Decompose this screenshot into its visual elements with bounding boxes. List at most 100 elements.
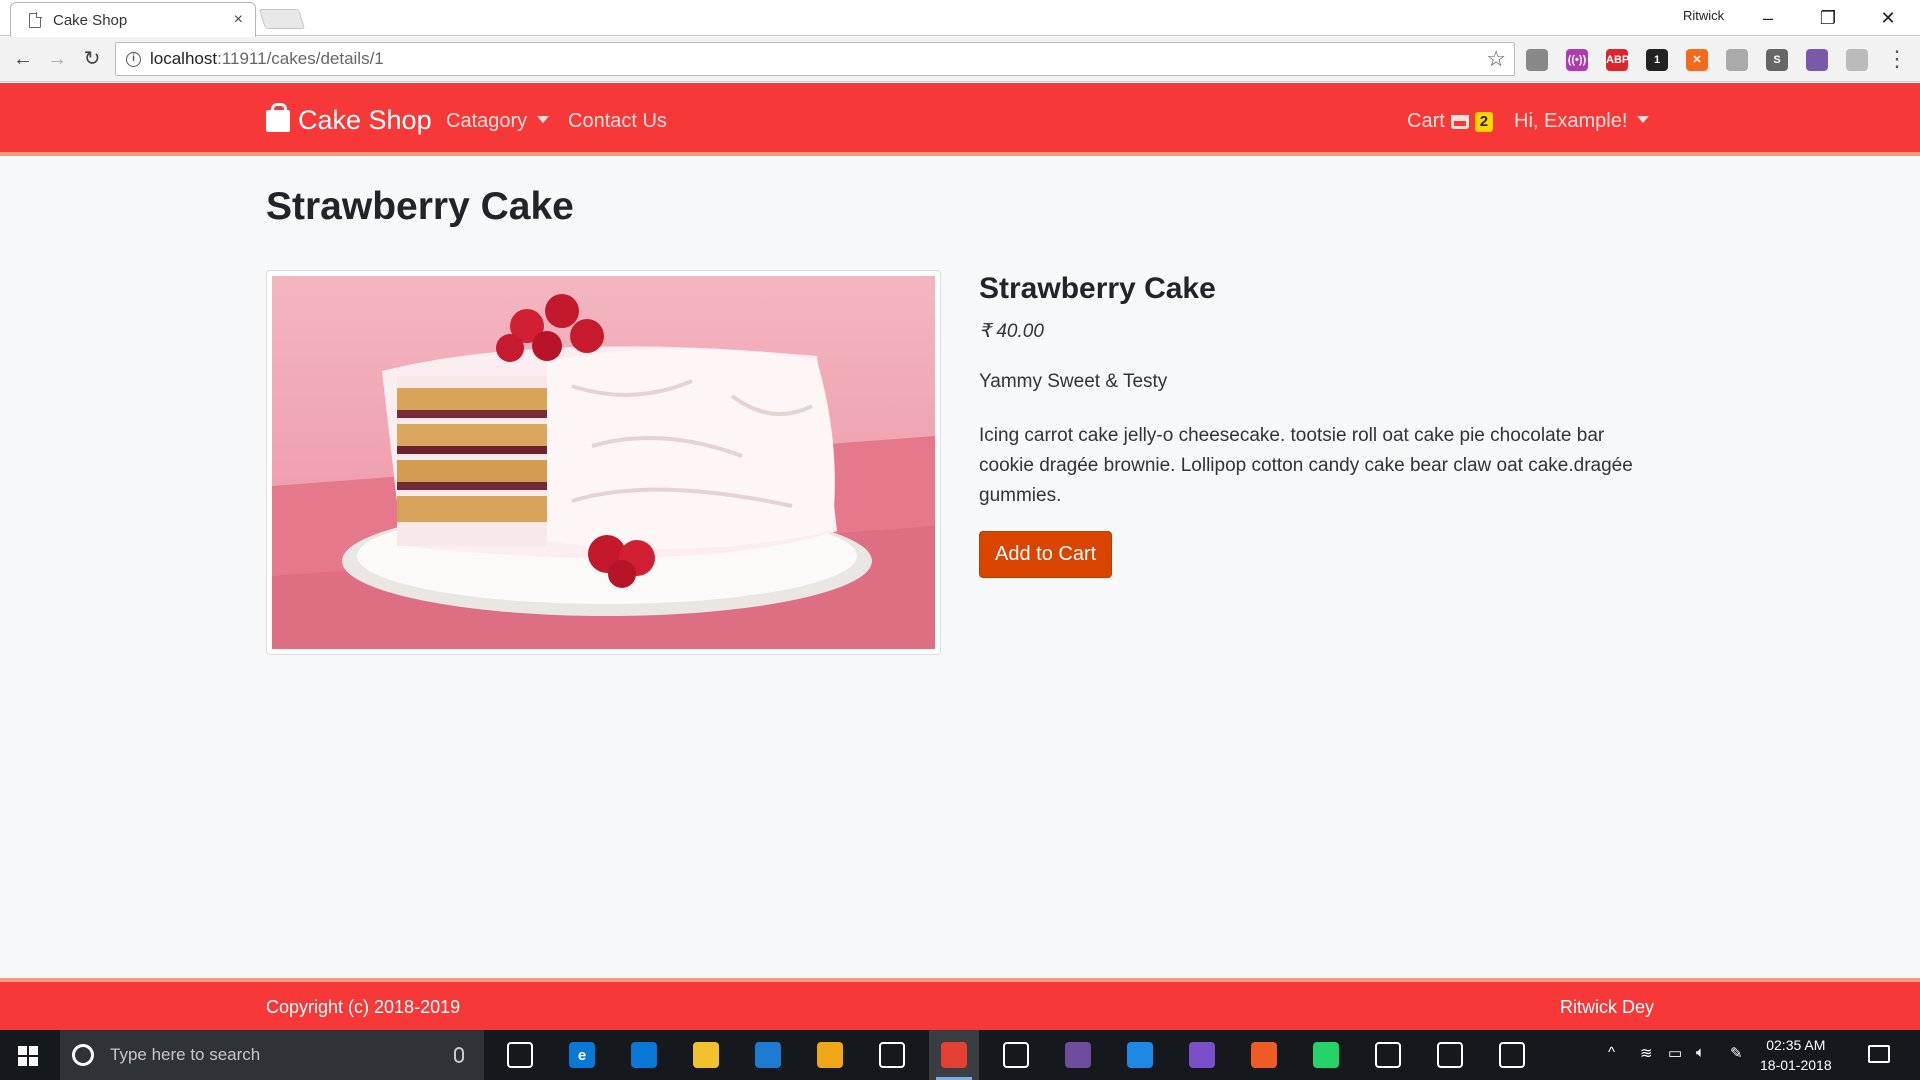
whatsapp-taskbar-button[interactable] [1308, 1038, 1344, 1072]
vscode-taskbar-button[interactable] [1122, 1038, 1158, 1072]
pen-icon[interactable]: ✎ [1730, 1044, 1743, 1062]
volume-icon[interactable]: 🔈︎ [1696, 1044, 1705, 1061]
user-dropdown[interactable]: Hi, Example! [1514, 110, 1650, 133]
product-description: Icing carrot cake jelly-o cheesecake. to… [979, 425, 1633, 506]
forward-arrow-icon[interactable]: → [44, 46, 70, 72]
s-ext-icon[interactable]: S [1766, 49, 1788, 71]
cart-icon [1450, 114, 1469, 129]
task-view-icon [507, 1042, 533, 1068]
reload-icon[interactable]: ↻ [79, 46, 105, 72]
edge-taskbar-button[interactable]: e [564, 1038, 600, 1072]
action-center-icon[interactable] [1868, 1045, 1890, 1063]
caret-down-icon [537, 116, 550, 123]
product-name: Strawberry Cake [979, 272, 1216, 305]
user-greeting: Hi, Example! [1514, 110, 1628, 132]
product-tagline: Yammy Sweet & Testy [979, 371, 1168, 392]
tab-close-icon[interactable]: × [234, 11, 243, 29]
groove-icon [879, 1042, 905, 1068]
close-window-button[interactable]: ✕ [1866, 4, 1910, 32]
add-to-cart-button[interactable]: Add to Cart [979, 531, 1113, 578]
url-text: localhost:11911/cakes/details/1 [150, 49, 384, 69]
site-navbar: Cake Shop Catagory Contact Us Cart 2 Hi,… [0, 83, 1920, 156]
browser-tab[interactable]: Cake Shop × [10, 2, 256, 37]
wifi-icon[interactable]: ≋ [1640, 1044, 1653, 1062]
clock-time: 02:35 AM [1766, 1037, 1826, 1053]
copyright-text: Copyright (c) 2018-2019 [266, 997, 461, 1017]
site-footer: Copyright (c) 2018-2019 Ritwick Dey [0, 978, 1920, 1030]
product-info: Strawberry Cake ₹ 40.00 Yammy Sweet & Te… [979, 272, 1639, 578]
search-placeholder: Type here to search [110, 1045, 261, 1064]
ghostery-icon[interactable]: 1 [1646, 49, 1668, 71]
taskbar-search-box[interactable]: Type here to search [60, 1030, 484, 1080]
site-info-icon[interactable]: i [126, 51, 141, 67]
clapper-icon [1003, 1042, 1029, 1068]
taskbar-clock[interactable]: 02:35 AM 18-01-2018 [1760, 1035, 1832, 1075]
clapper-taskbar-button[interactable] [998, 1038, 1034, 1072]
postman-taskbar-button[interactable] [1246, 1038, 1282, 1072]
category-dropdown[interactable]: Catagory [446, 110, 550, 133]
postman-icon [1251, 1042, 1277, 1068]
new-tab-button[interactable] [258, 9, 306, 29]
vscode-icon [1127, 1042, 1153, 1068]
page-title: Strawberry Cake [266, 185, 574, 228]
caret-down-icon [1637, 116, 1650, 123]
visual-studio-icon [1189, 1042, 1215, 1068]
show-hidden-icons-chevron-icon[interactable]: ^ [1608, 1044, 1615, 1061]
contact-link[interactable]: Contact Us [568, 110, 667, 133]
photos-taskbar-button[interactable] [1494, 1038, 1530, 1072]
octocat-ext-icon[interactable] [1806, 49, 1828, 71]
page-ext-icon[interactable] [1726, 49, 1748, 71]
brand-name: Cake Shop [298, 105, 432, 135]
tree-ext-icon[interactable] [1846, 49, 1868, 71]
tools-icon [1375, 1042, 1401, 1068]
profile-name[interactable]: Ritwick [1683, 8, 1724, 23]
author-text: Ritwick Dey [1559, 997, 1654, 1017]
windows-taskbar: Type here to search e ^ ≋ ▭ 🔈︎ ✎ 02:35 A… [0, 1030, 1920, 1080]
yellow-app-icon [817, 1042, 843, 1068]
contact-label: Contact Us [568, 110, 667, 132]
strawberry-cake-image [272, 276, 935, 649]
firefox-dev-icon [755, 1042, 781, 1068]
microphone-icon[interactable] [454, 1047, 464, 1063]
product-image-frame [266, 270, 941, 655]
windows-start-icon[interactable] [18, 1046, 38, 1066]
orange-ext-icon[interactable]: ✕ [1686, 49, 1708, 71]
clock-date: 18-01-2018 [1760, 1057, 1832, 1073]
brand-link[interactable]: Cake Shop [266, 102, 432, 136]
visual-studio-taskbar-button[interactable] [1184, 1038, 1220, 1072]
product-price: ₹ 40.00 [979, 321, 1044, 342]
firefox-dev-taskbar-button[interactable] [750, 1038, 786, 1072]
store-icon [631, 1042, 657, 1068]
adblock-plus-icon[interactable]: ABP [1606, 49, 1629, 71]
cart-count-badge: 2 [1474, 111, 1494, 132]
battery-icon[interactable]: ▭ [1668, 1044, 1682, 1062]
tab-title: Cake Shop [53, 11, 128, 29]
terminal-taskbar-button[interactable] [1432, 1038, 1468, 1072]
photos-icon [1499, 1042, 1525, 1068]
broadcast-ext-icon[interactable]: ((•)) [1566, 49, 1588, 71]
tools-taskbar-button[interactable] [1370, 1038, 1406, 1072]
groove-taskbar-button[interactable] [874, 1038, 910, 1072]
minimize-button[interactable]: – [1746, 4, 1790, 32]
chrome-taskbar-button[interactable] [936, 1038, 972, 1080]
restore-button[interactable]: ❐ [1806, 4, 1850, 32]
store-taskbar-button[interactable] [626, 1038, 662, 1072]
browser-menu-icon[interactable]: ⋮ [1886, 45, 1908, 73]
page-favicon-icon [29, 12, 41, 28]
browser-toolbar: ← → ↻ i localhost:11911/cakes/details/1 … [0, 37, 1920, 82]
github-desktop-icon [1065, 1042, 1091, 1068]
yellow-app-taskbar-button[interactable] [812, 1038, 848, 1072]
file-explorer-taskbar-button[interactable] [688, 1038, 724, 1072]
task-view-taskbar-button[interactable] [502, 1038, 538, 1072]
file-explorer-icon [693, 1042, 719, 1068]
cart-link[interactable]: Cart 2 [1407, 110, 1494, 133]
back-arrow-icon[interactable]: ← [10, 46, 36, 72]
github-desktop-taskbar-button[interactable] [1060, 1038, 1096, 1072]
address-bar[interactable]: i localhost:11911/cakes/details/1 ☆ [115, 42, 1515, 76]
cortana-icon [72, 1044, 94, 1066]
edge-icon: e [569, 1042, 595, 1068]
cart-label: Cart [1407, 110, 1445, 132]
shield-ext-icon[interactable] [1526, 49, 1548, 71]
terminal-icon [1437, 1042, 1463, 1068]
bookmark-star-icon[interactable]: ☆ [1486, 46, 1506, 72]
